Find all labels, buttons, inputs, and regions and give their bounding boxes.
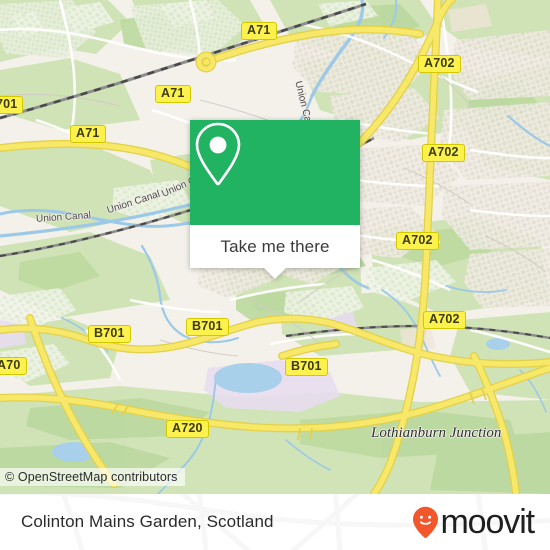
map-pin-icon bbox=[195, 122, 241, 186]
road-shield[interactable]: A71 bbox=[70, 125, 106, 143]
bottom-info-bar: Colinton Mains Garden, Scotland moovit bbox=[0, 494, 550, 550]
take-me-there-label: Take me there bbox=[220, 236, 330, 256]
road-shield[interactable]: A71 bbox=[241, 22, 277, 40]
road-shield[interactable]: A71 bbox=[155, 85, 191, 103]
road-shield[interactable]: B701 bbox=[285, 358, 328, 376]
page-title: Colinton Mains Garden, Scotland bbox=[21, 512, 274, 531]
map-popup-card[interactable]: Take me there bbox=[190, 120, 360, 279]
road-shield[interactable]: 701 bbox=[0, 96, 24, 114]
moovit-brand[interactable]: moovit bbox=[412, 503, 535, 541]
moovit-map-screenshot: A71 A71 A71 701 A702 A702 A702 A702 B701… bbox=[0, 0, 550, 550]
moovit-smiley-pin-icon bbox=[413, 506, 439, 538]
osm-attribution[interactable]: © OpenStreetMap contributors bbox=[0, 468, 185, 486]
road-shield[interactable]: A702 bbox=[396, 232, 439, 250]
road-shield[interactable]: A70 bbox=[0, 357, 27, 375]
map-canvas[interactable]: A71 A71 A71 701 A702 A702 A702 A702 B701… bbox=[0, 0, 550, 494]
road-shield[interactable]: B701 bbox=[88, 325, 131, 343]
road-shield[interactable]: A702 bbox=[418, 55, 461, 73]
popup-tail-pointer bbox=[264, 268, 286, 279]
popup-header bbox=[190, 120, 360, 225]
road-shield[interactable]: A720 bbox=[166, 420, 209, 438]
popup-footer[interactable]: Take me there bbox=[190, 225, 360, 279]
road-shield[interactable]: B701 bbox=[186, 318, 229, 336]
map-junction-label: Lothianburn Junction bbox=[371, 425, 502, 441]
moovit-wordmark: moovit bbox=[440, 503, 535, 541]
road-shield[interactable]: A702 bbox=[422, 144, 465, 162]
road-shield[interactable]: A702 bbox=[423, 311, 466, 329]
